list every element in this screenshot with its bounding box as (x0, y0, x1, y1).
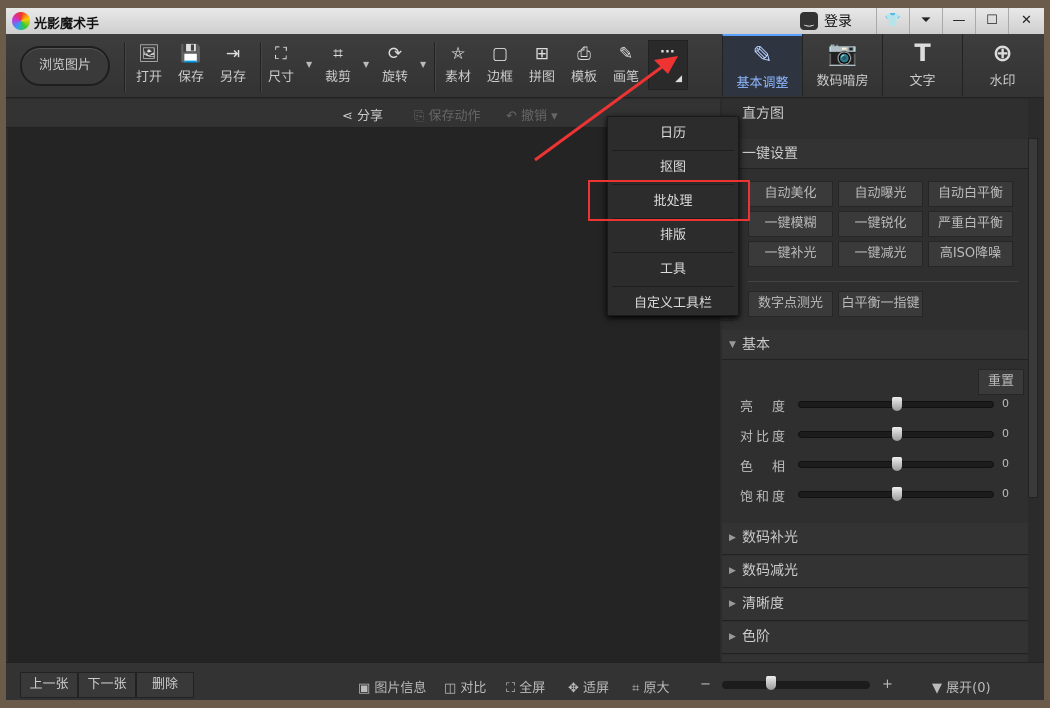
app-window: 光影魔术手 ‿ 登录 👕 ⏷ — ☐ ✕ 浏览图片 🖼 打开 💾 保存 ⇥ 另存 ⛶ 尺寸… (6, 8, 1044, 700)
annotation-arrow (534, 56, 678, 162)
